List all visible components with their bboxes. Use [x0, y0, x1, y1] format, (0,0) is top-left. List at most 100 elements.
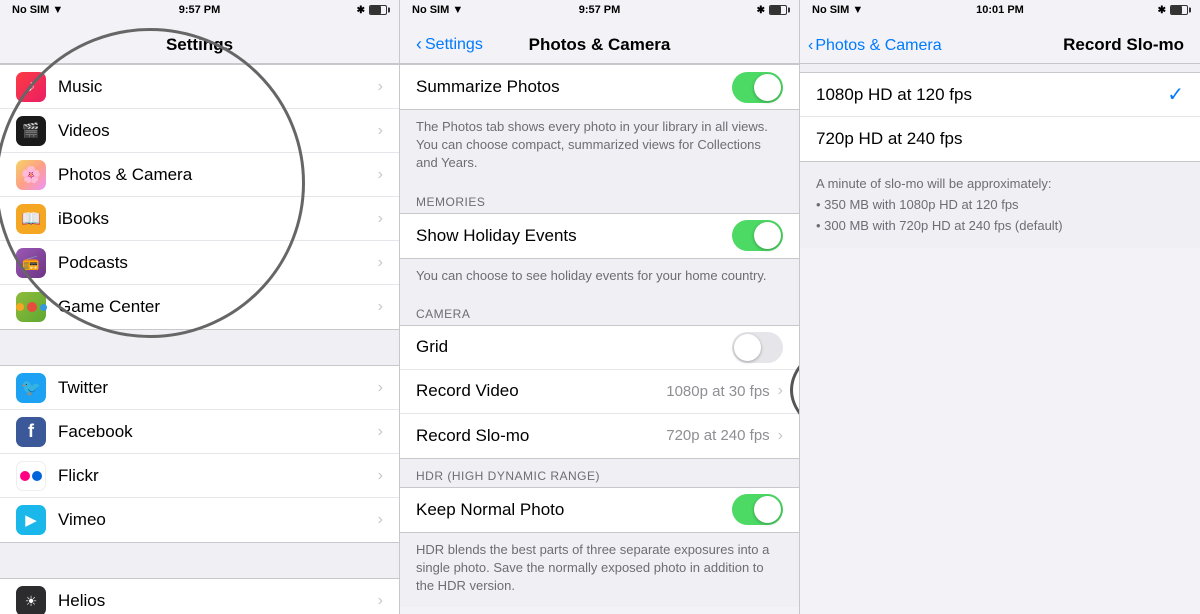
chevron-twitter: ›: [378, 379, 383, 397]
back-button-2[interactable]: ‹ Settings: [416, 34, 483, 55]
settings-item-photos[interactable]: 🌸 Photos & Camera ›: [0, 153, 399, 197]
breadcrumb-nav: ‹ Photos & Camera Record Slo-mo: [800, 20, 1200, 64]
summarize-footer: The Photos tab shows every photo in your…: [400, 110, 799, 185]
photos-camera-list: Summarize Photos The Photos tab shows ev…: [400, 64, 799, 614]
chevron-facebook: ›: [378, 423, 383, 441]
grid-item[interactable]: Grid: [400, 326, 799, 370]
music-icon: ♪: [16, 72, 46, 102]
settings-item-facebook[interactable]: f Facebook ›: [0, 410, 399, 454]
holiday-footer: You can choose to see holiday events for…: [400, 259, 799, 297]
checkmark-1080p: ✓: [1167, 82, 1184, 107]
back-arrow-icon-3: ‹: [808, 37, 813, 55]
ibooks-label: iBooks: [58, 209, 378, 229]
signal-text-3: No SIM ▼: [812, 4, 863, 16]
facebook-label: Facebook: [58, 422, 378, 442]
option-1080p[interactable]: 1080p HD at 120 fps ✓: [800, 73, 1200, 117]
nav-header-2: ‹ Settings Photos & Camera: [400, 20, 799, 64]
keep-normal-toggle[interactable]: [732, 494, 783, 525]
videos-label: Videos: [58, 121, 378, 141]
holiday-events-label: Show Holiday Events: [416, 226, 732, 246]
panel-photos-camera: No SIM ▼ 9:57 PM ✱ ‹ Settings Photos & C…: [400, 0, 800, 614]
photos-icon: 🌸: [16, 160, 46, 190]
hdr-group: Keep Normal Photo: [400, 487, 799, 533]
record-video-label: Record Video: [416, 381, 666, 401]
memories-group: Show Holiday Events: [400, 213, 799, 259]
settings-item-videos[interactable]: 🎬 Videos ›: [0, 109, 399, 153]
grid-toggle[interactable]: [732, 332, 783, 363]
camera-group: Grid Record Video 1080p at 30 fps › Reco…: [400, 325, 799, 459]
status-right-2: ✱: [757, 5, 787, 16]
flickr-label: Flickr: [58, 466, 378, 486]
vimeo-label: Vimeo: [58, 510, 378, 530]
chevron-videos: ›: [378, 122, 383, 140]
gamecenter-icon: [16, 292, 46, 322]
back-arrow-icon-2: ‹: [416, 34, 422, 55]
section-divider-2: [0, 543, 399, 578]
status-right-1: ✱: [357, 5, 387, 16]
photos-label: Photos & Camera: [58, 165, 378, 185]
chevron-gamecenter: ›: [378, 298, 383, 316]
settings-item-ibooks[interactable]: 📖 iBooks ›: [0, 197, 399, 241]
time-2: 9:57 PM: [579, 4, 621, 16]
settings-item-music[interactable]: ♪ Music ›: [0, 65, 399, 109]
app-group-1: ♪ Music › 🎬 Videos › 🌸: [0, 64, 399, 330]
settings-item-podcasts[interactable]: 📻 Podcasts ›: [0, 241, 399, 285]
ibooks-icon: 📖: [16, 204, 46, 234]
memories-header: MEMORIES: [400, 185, 799, 213]
settings-item-flickr[interactable]: Flickr ›: [0, 454, 399, 498]
summarize-toggle[interactable]: [732, 72, 783, 103]
chevron-flickr: ›: [378, 467, 383, 485]
hdr-footer: HDR blends the best parts of three separ…: [400, 533, 799, 608]
settings-item-vimeo[interactable]: ▶ Vimeo ›: [0, 498, 399, 542]
panel-settings: No SIM ▼ 9:57 PM ✱ Settings ♪ Music ›: [0, 0, 400, 614]
settings-item-helios[interactable]: ☀ Helios ›: [0, 579, 399, 614]
status-right-3: ✱: [1158, 5, 1188, 16]
music-label: Music: [58, 77, 378, 97]
breadcrumb-prev-label[interactable]: Photos & Camera: [815, 37, 941, 55]
summarize-label: Summarize Photos: [416, 77, 732, 97]
vimeo-icon: ▶: [16, 505, 46, 535]
settings-item-gamecenter[interactable]: Game Center ›: [0, 285, 399, 329]
slomo-options-group: 1080p HD at 120 fps ✓ 720p HD at 240 fps: [800, 72, 1200, 162]
record-video-value: 1080p at 30 fps: [666, 383, 769, 400]
app-container: No SIM ▼ 9:57 PM ✱ Settings ♪ Music ›: [0, 0, 1200, 614]
settings-item-twitter[interactable]: 🐦 Twitter ›: [0, 366, 399, 410]
summarize-group: Summarize Photos: [400, 64, 799, 110]
keep-normal-label: Keep Normal Photo: [416, 500, 732, 520]
podcasts-icon: 📻: [16, 248, 46, 278]
option-720p-label: 720p HD at 240 fps: [816, 129, 1184, 149]
battery-icon-1: [369, 5, 387, 15]
podcasts-label: Podcasts: [58, 253, 378, 273]
section-divider-1: [0, 330, 399, 365]
bluetooth-icon-3: ✱: [1158, 5, 1166, 16]
keep-normal-item[interactable]: Keep Normal Photo: [400, 488, 799, 532]
holiday-events-toggle[interactable]: [732, 220, 783, 251]
flickr-icon: [16, 461, 46, 491]
battery-icon-3: [1170, 5, 1188, 15]
facebook-icon: f: [16, 417, 46, 447]
page-title-1: Settings: [166, 35, 233, 55]
time-1: 9:57 PM: [179, 4, 221, 16]
twitter-label: Twitter: [58, 378, 378, 398]
chevron-record-slomo: ›: [778, 427, 783, 445]
record-video-item[interactable]: Record Video 1080p at 30 fps ›: [400, 370, 799, 414]
chevron-ibooks: ›: [378, 210, 383, 228]
record-slomo-item[interactable]: Record Slo-mo 720p at 240 fps ›: [400, 414, 799, 458]
signal-text-2: No SIM ▼: [412, 4, 463, 16]
option-720p[interactable]: 720p HD at 240 fps: [800, 117, 1200, 161]
status-bar-3: No SIM ▼ 10:01 PM ✱: [800, 0, 1200, 20]
social-group: 🐦 Twitter › f Facebook ›: [0, 365, 399, 543]
record-slomo-label: Record Slo-mo: [416, 426, 666, 446]
status-bar-2: No SIM ▼ 9:57 PM ✱: [400, 0, 799, 20]
chevron-music: ›: [378, 78, 383, 96]
signal-text: No SIM ▼: [12, 4, 63, 16]
summarize-item[interactable]: Summarize Photos: [400, 65, 799, 109]
settings-list-1: ♪ Music › 🎬 Videos › 🌸: [0, 64, 399, 614]
chevron-vimeo: ›: [378, 511, 383, 529]
chevron-helios: ›: [378, 592, 383, 610]
helios-group: ☀ Helios ›: [0, 578, 399, 614]
chevron-photos: ›: [378, 166, 383, 184]
holiday-events-item[interactable]: Show Holiday Events: [400, 214, 799, 258]
twitter-icon: 🐦: [16, 373, 46, 403]
helios-label: Helios: [58, 591, 378, 611]
